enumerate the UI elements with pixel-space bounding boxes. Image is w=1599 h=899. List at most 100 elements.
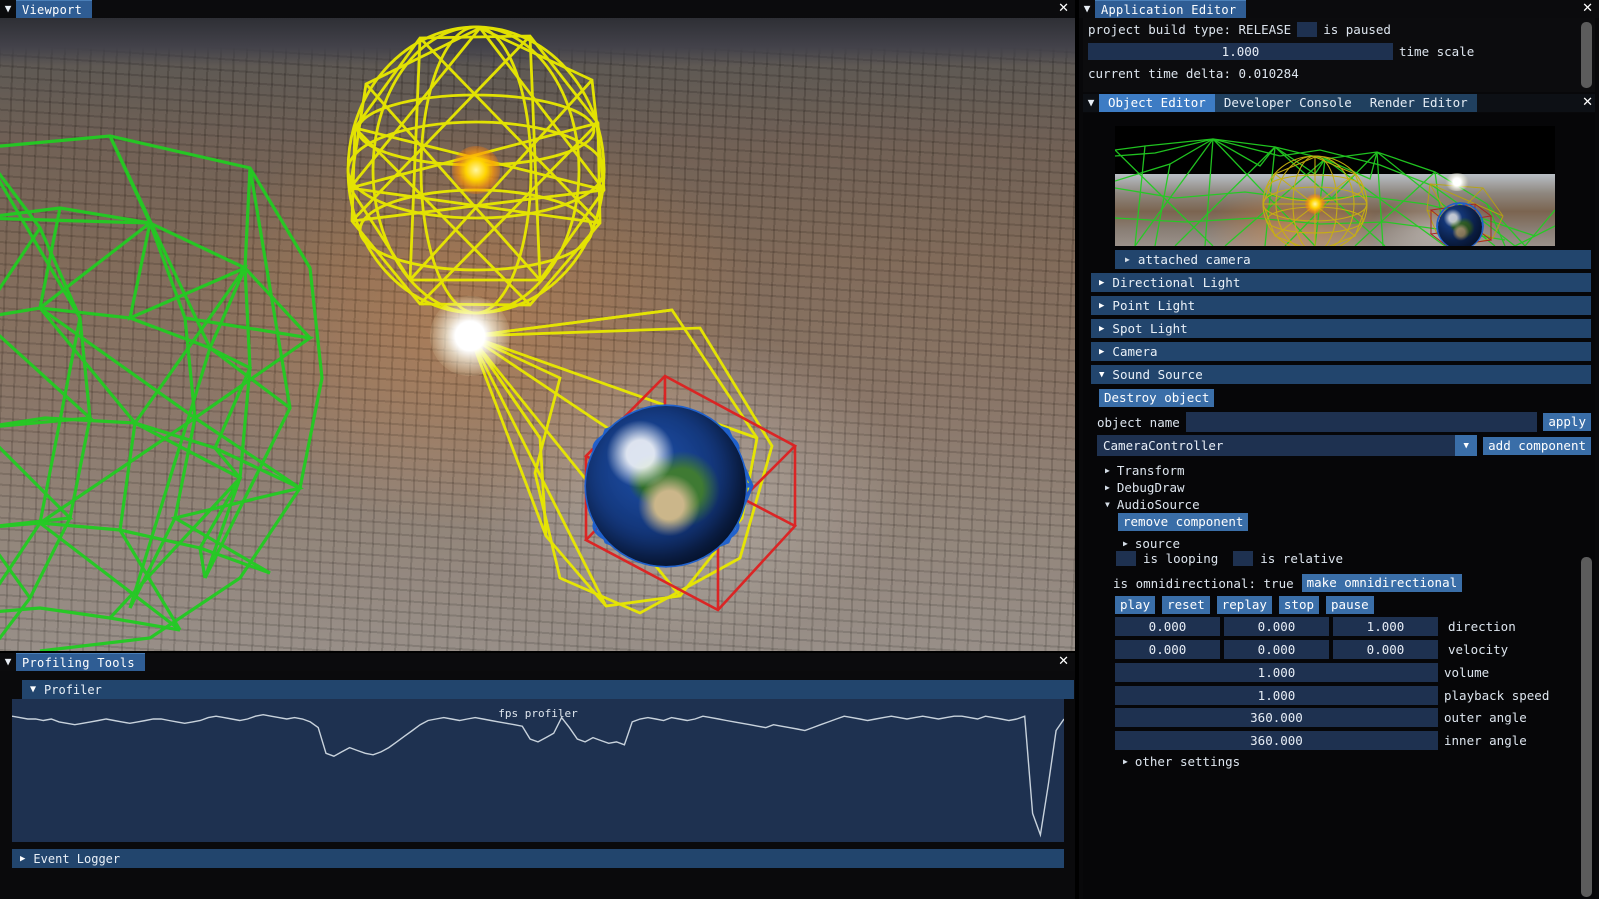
- section-label: Sound Source: [1112, 367, 1202, 382]
- chevron-right-icon: ▶: [1099, 278, 1104, 288]
- playback-speed-label: playback speed: [1444, 688, 1549, 703]
- object-editor-body: ▶ attached camera ▶ Directional Light ▶ …: [1083, 113, 1595, 899]
- fps-profiler-graph[interactable]: fps profiler: [12, 699, 1064, 842]
- section-sound-source[interactable]: ▼ Sound Source: [1091, 365, 1591, 384]
- inner-angle-input[interactable]: 360.000: [1115, 731, 1438, 750]
- application-editor-tab[interactable]: Application Editor: [1095, 0, 1246, 18]
- close-icon[interactable]: ✕: [1582, 1, 1593, 17]
- playback-speed-input[interactable]: 1.000: [1115, 686, 1438, 705]
- is-paused-label: is paused: [1323, 22, 1391, 37]
- event-logger-label: Event Logger: [33, 852, 120, 866]
- velocity-label: velocity: [1448, 642, 1508, 657]
- debug-wireframes: [0, 18, 1075, 651]
- pause-button[interactable]: pause: [1326, 596, 1374, 614]
- chevron-down-icon[interactable]: ▼: [1455, 435, 1477, 456]
- omnidirectional-status: is omnidirectional: true: [1113, 576, 1294, 591]
- velocity-x-input[interactable]: 0.000: [1115, 640, 1220, 659]
- chevron-right-icon: ▶: [1099, 301, 1104, 311]
- section-label: Spot Light: [1112, 321, 1187, 336]
- replay-button[interactable]: replay: [1217, 596, 1272, 614]
- component-transform[interactable]: ▶ Transform: [1105, 462, 1185, 479]
- velocity-row: 0.000 0.000 0.000 velocity: [1115, 640, 1591, 659]
- reset-button[interactable]: reset: [1162, 596, 1210, 614]
- event-logger-section-header[interactable]: ▶ Event Logger: [12, 849, 1064, 868]
- section-label: Point Light: [1112, 298, 1195, 313]
- make-omnidirectional-button[interactable]: make omnidirectional: [1302, 574, 1463, 592]
- attached-camera-row[interactable]: ▶ attached camera: [1115, 250, 1591, 269]
- velocity-z-input[interactable]: 0.000: [1333, 640, 1438, 659]
- point-light-glow: [452, 146, 500, 194]
- transport-buttons-row: play reset replay stop pause: [1115, 596, 1374, 614]
- component-audiosource[interactable]: ▼ AudioSource: [1105, 496, 1200, 513]
- direction-y-input[interactable]: 0.000: [1224, 617, 1329, 636]
- volume-input[interactable]: 1.000: [1115, 663, 1438, 682]
- section-spot-light[interactable]: ▶ Spot Light: [1091, 319, 1591, 338]
- chevron-right-icon: ▶: [1105, 466, 1110, 475]
- tab-render-editor[interactable]: Render Editor: [1361, 94, 1477, 112]
- remove-component-button[interactable]: remove component: [1118, 513, 1248, 531]
- preview-point-light: [1305, 194, 1325, 214]
- direction-z-input[interactable]: 1.000: [1333, 617, 1438, 636]
- profiling-tools-window: ▼ Profiling Tools ✕ ▼ Profiler fps profi…: [0, 653, 1075, 899]
- close-icon[interactable]: ✕: [1058, 654, 1069, 670]
- section-point-light[interactable]: ▶ Point Light: [1091, 296, 1591, 315]
- viewport-window: ▼ Viewport ✕: [0, 0, 1075, 651]
- outer-angle-row: 360.000 outer angle: [1115, 708, 1591, 727]
- is-looping-label: is looping: [1143, 551, 1218, 566]
- time-scale-input[interactable]: 1.000: [1088, 43, 1393, 60]
- section-label: Camera: [1112, 344, 1157, 359]
- object-name-label: object name: [1097, 415, 1180, 430]
- object-editor-scrollbar[interactable]: [1581, 557, 1592, 897]
- profiling-titlebar: ▼ Profiling Tools ✕: [0, 653, 1075, 671]
- direction-row: 0.000 0.000 1.000 direction: [1115, 617, 1591, 636]
- app-editor-body: project build type: RELEASE is paused 1.…: [1083, 18, 1595, 92]
- chevron-down-icon[interactable]: ▼: [0, 0, 16, 18]
- section-label: Directional Light: [1112, 275, 1240, 290]
- profiling-tools-tab[interactable]: Profiling Tools: [16, 653, 145, 671]
- tab-developer-console[interactable]: Developer Console: [1215, 94, 1361, 112]
- is-relative-checkbox[interactable]: [1233, 551, 1253, 566]
- component-label: AudioSource: [1117, 497, 1200, 512]
- destroy-object-button[interactable]: Destroy object: [1099, 389, 1214, 407]
- is-looping-checkbox[interactable]: [1116, 551, 1136, 566]
- section-camera[interactable]: ▶ Camera: [1091, 342, 1591, 361]
- component-select[interactable]: CameraController ▼: [1097, 435, 1477, 456]
- outer-angle-input[interactable]: 360.000: [1115, 708, 1438, 727]
- scene-preview-thumbnail[interactable]: [1115, 126, 1555, 246]
- volume-row: 1.000 volume: [1115, 663, 1591, 682]
- chevron-down-icon[interactable]: ▼: [1079, 0, 1095, 18]
- outer-angle-label: outer angle: [1444, 710, 1527, 725]
- apply-button[interactable]: apply: [1543, 413, 1591, 431]
- play-button[interactable]: play: [1115, 596, 1155, 614]
- is-paused-checkbox[interactable]: [1297, 22, 1317, 37]
- profiler-section-header[interactable]: ▼ Profiler: [22, 680, 1074, 699]
- tab-object-editor[interactable]: Object Editor: [1099, 94, 1215, 112]
- chevron-down-icon[interactable]: ▼: [0, 653, 16, 671]
- object-name-row: object name apply: [1097, 412, 1591, 432]
- viewport-3d-canvas[interactable]: [0, 18, 1075, 651]
- direction-x-input[interactable]: 0.000: [1115, 617, 1220, 636]
- component-debugdraw[interactable]: ▶ DebugDraw: [1105, 479, 1185, 496]
- chevron-down-icon: ▼: [1099, 370, 1104, 380]
- section-directional-light[interactable]: ▶ Directional Light: [1091, 273, 1591, 292]
- other-settings-row[interactable]: ▶ other settings: [1123, 753, 1240, 770]
- app-editor-scrollbar[interactable]: [1581, 22, 1592, 88]
- stop-button[interactable]: stop: [1279, 596, 1319, 614]
- attached-camera-label: attached camera: [1138, 252, 1251, 267]
- chevron-right-icon: ▶: [1125, 255, 1130, 264]
- chevron-down-icon: ▼: [30, 684, 36, 695]
- audiosource-source-row[interactable]: ▶ source: [1123, 535, 1180, 552]
- time-delta-label: current time delta: 0.010284: [1088, 66, 1299, 81]
- chevron-right-icon: ▶: [1123, 757, 1128, 766]
- preview-spot-light: [1445, 173, 1469, 191]
- velocity-y-input[interactable]: 0.000: [1224, 640, 1329, 659]
- close-icon[interactable]: ✕: [1582, 95, 1593, 110]
- source-label: source: [1135, 536, 1180, 551]
- add-component-button[interactable]: add component: [1483, 437, 1591, 455]
- object-name-input[interactable]: [1186, 412, 1538, 432]
- viewport-tab[interactable]: Viewport: [16, 0, 92, 18]
- close-icon[interactable]: ✕: [1058, 1, 1069, 17]
- time-scale-row: 1.000 time scale: [1083, 40, 1595, 62]
- volume-label: volume: [1444, 665, 1489, 680]
- chevron-down-icon[interactable]: ▼: [1083, 94, 1099, 112]
